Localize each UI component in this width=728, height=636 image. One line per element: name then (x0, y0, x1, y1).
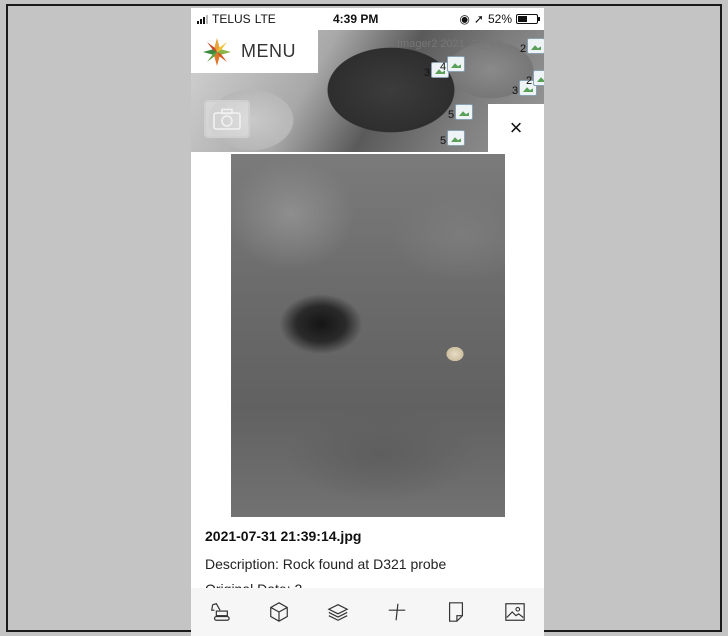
camera-button[interactable] (204, 100, 250, 138)
map-pin[interactable]: 4 (440, 56, 465, 73)
photo-filename: 2021-07-31 21:39:14.jpg (205, 528, 362, 544)
map-pin[interactable]: 2 (526, 70, 544, 87)
toolbar-notes-button[interactable] (439, 595, 473, 629)
lock-rotation-icon: ◉ (459, 12, 470, 26)
battery-icon (516, 14, 540, 24)
map-view[interactable]: MENU Imager2 2021_03_12 3 4 3 2 5 5 2 × (191, 30, 544, 152)
signal-icon (197, 14, 208, 24)
map-pin[interactable]: 2 (520, 38, 544, 55)
close-button[interactable]: × (488, 104, 544, 152)
status-time: 4:39 PM (333, 12, 379, 26)
layers-icon (327, 604, 349, 621)
document-icon (448, 602, 463, 622)
status-bar: TELUS LTE 4:39 PM ◉ ➚ 52% (191, 8, 544, 30)
toolbar-layers-button[interactable] (321, 595, 355, 629)
menu-label: MENU (241, 41, 296, 61)
photo-preview (231, 154, 505, 517)
cube-icon (270, 602, 289, 622)
battery-percent: 52% (487, 12, 512, 26)
camera-icon (213, 108, 241, 130)
excavator-icon (211, 603, 231, 621)
map-pin[interactable]: 5 (440, 130, 465, 147)
close-icon: × (509, 115, 523, 140)
bottom-toolbar (191, 588, 544, 636)
phone-screen: TELUS LTE 4:39 PM ◉ ➚ 52% MENU Imager2 2… (191, 8, 544, 636)
image-icon (504, 603, 525, 621)
toolbar-3d-button[interactable] (262, 595, 296, 629)
toolbar-gallery-button[interactable] (498, 595, 532, 629)
app-logo-icon (203, 37, 231, 66)
network-label: LTE (254, 12, 276, 26)
menu-button[interactable]: MENU (191, 30, 318, 73)
location-arrow-icon: ➚ (473, 12, 484, 26)
map-layer-label: Imager2 2021_03_12 (397, 38, 502, 50)
toolbar-measure-button[interactable] (380, 595, 414, 629)
map-pin[interactable]: 5 (448, 104, 473, 121)
crosshair-icon (388, 603, 406, 621)
toolbar-excavator-button[interactable] (203, 595, 237, 629)
photo-description: Description: Rock found at D321 probe (205, 556, 447, 572)
carrier-label: TELUS (212, 12, 251, 26)
